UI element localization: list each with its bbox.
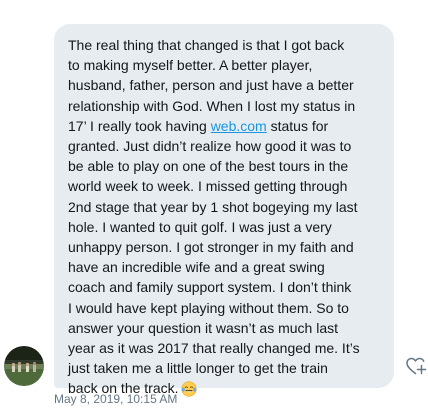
message-line: have an incredible wife and a great swin… (68, 259, 325, 276)
message-line: hole. I wanted to quit golf. I was just … (68, 218, 332, 235)
message-line: world week to week. I missed getting thr… (68, 178, 348, 195)
message-bubble: The real thing that changed is that I go… (54, 24, 394, 398)
user-avatar[interactable] (4, 346, 44, 386)
heart-plus-icon[interactable] (405, 355, 427, 377)
message-line-with-link: 17’ I really took having web.com status … (68, 116, 380, 136)
message-line: relationship with God. When I lost my st… (68, 97, 356, 114)
message-line: 2nd stage that year by 1 shot bogeying m… (68, 198, 358, 215)
message-line: husband, father, person and just have a … (68, 77, 354, 94)
message-line: to making myself better. A better player… (68, 57, 313, 74)
message-line: I would have kept playing without them. … (68, 299, 349, 316)
message-line: year as it was 2017 that really changed … (68, 340, 360, 357)
message-timestamp: May 8, 2019, 10:15 AM (54, 392, 178, 406)
message-line: coach and family support system. I don’t… (68, 279, 352, 296)
message-line: answer your question it wasn’t as much l… (68, 319, 339, 336)
message-line: just taken me a little longer to get the… (68, 360, 328, 377)
face-with-tears-of-joy-icon (180, 381, 197, 398)
dm-conversation: The real thing that changed is that I go… (0, 0, 428, 414)
message-line: granted. Just didn’t realize how good it… (68, 138, 352, 155)
message-line: The real thing that changed is that I go… (68, 37, 345, 53)
message-line: unhappy person. I got stronger in my fai… (68, 239, 354, 256)
message-line: be able to play on one of the best tours… (68, 158, 349, 175)
message-text: 17’ I really took having (68, 117, 211, 134)
message-text: status for (266, 117, 329, 134)
web-com-link[interactable]: web.com (211, 118, 267, 134)
